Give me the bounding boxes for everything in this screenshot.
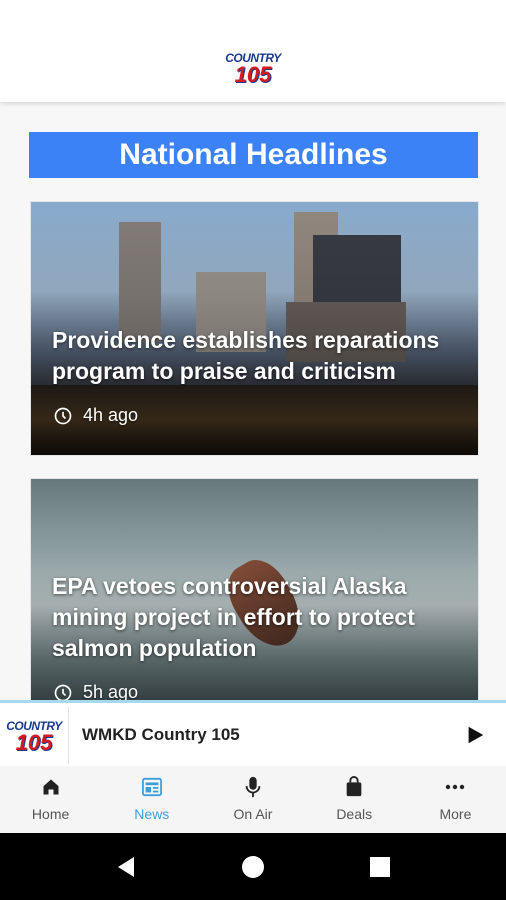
tab-label: Home (31, 806, 70, 822)
station-logo[interactable]: COUNTRY 105 (221, 45, 285, 93)
logo-text-bottom: 105 (234, 62, 272, 87)
tab-label: On Air (233, 806, 273, 822)
tab-label: More (439, 806, 472, 822)
clock-icon (54, 684, 72, 700)
back-icon[interactable] (114, 855, 138, 879)
section-title: National Headlines (29, 132, 478, 178)
recents-icon[interactable] (368, 855, 392, 879)
station-name: WMKD Country 105 (82, 725, 240, 744)
tab-on-air[interactable]: On Air (202, 766, 303, 833)
news-icon (141, 776, 163, 798)
microphone-icon (242, 776, 264, 798)
mini-player[interactable]: COUNTRY 105 WMKD Country 105 (0, 700, 506, 769)
article-time: 4h ago (53, 405, 138, 426)
tab-more[interactable]: More (405, 766, 506, 833)
home-circle-icon[interactable] (241, 855, 265, 879)
more-icon (444, 776, 466, 798)
shopping-bag-icon (343, 776, 365, 798)
tab-deals[interactable]: Deals (304, 766, 405, 833)
article-title[interactable]: EPA vetoes controversial Alaska mining p… (52, 571, 460, 664)
article-card[interactable]: EPA vetoes controversial Alaska mining p… (30, 478, 479, 700)
article-title[interactable]: Providence establishes reparations progr… (52, 325, 460, 387)
article-time-text: 5h ago (83, 682, 139, 700)
article-time-text: 4h ago (83, 405, 139, 425)
article-card[interactable]: Providence establishes reparations progr… (30, 201, 479, 456)
tab-home[interactable]: Home (0, 766, 101, 833)
play-icon (468, 726, 484, 744)
player-logo: COUNTRY 105 (2, 713, 66, 761)
news-feed[interactable]: National Headlines Providence establishe… (0, 102, 506, 700)
player-divider (68, 707, 69, 764)
article-time: 5h ago (53, 682, 138, 700)
system-navigation-bar (0, 833, 506, 900)
bottom-tab-bar: Home News On Air Deals More (0, 766, 506, 833)
play-button[interactable] (461, 721, 489, 749)
tab-news[interactable]: News (101, 766, 202, 833)
clock-icon (54, 407, 72, 424)
logo-text-bottom: 105 (15, 730, 53, 755)
app-header: COUNTRY 105 (0, 0, 506, 102)
home-icon (40, 776, 62, 798)
tab-label: News (134, 806, 170, 822)
tab-label: Deals (336, 806, 373, 822)
